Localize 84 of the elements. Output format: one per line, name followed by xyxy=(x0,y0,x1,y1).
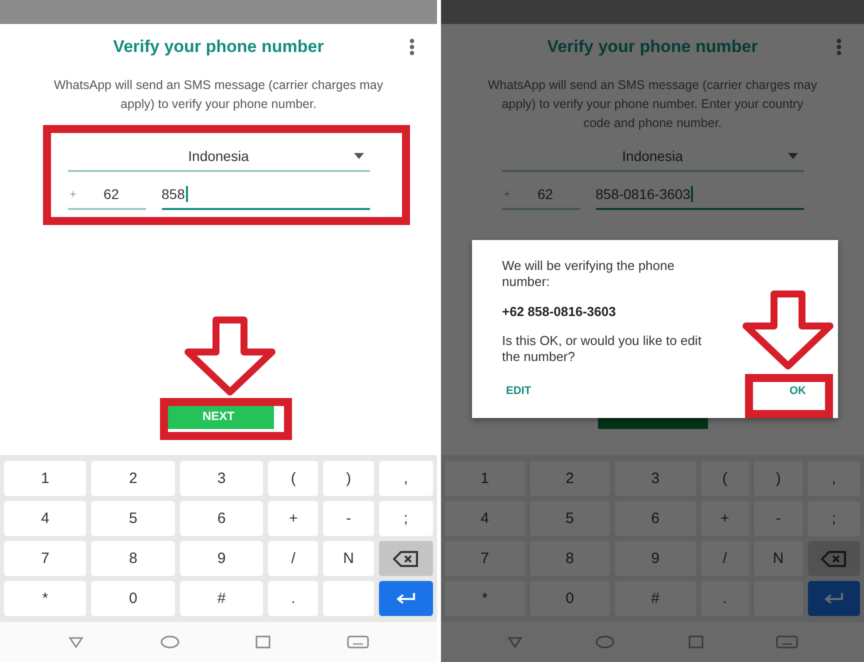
keyboard-key[interactable]: / xyxy=(700,541,750,576)
menu-icon[interactable] xyxy=(836,38,842,56)
keyboard-key[interactable]: 7 xyxy=(445,541,525,576)
country-code: 62 xyxy=(104,186,120,202)
enter-icon[interactable] xyxy=(394,592,417,606)
backspace-icon[interactable] xyxy=(392,550,419,566)
keyboard-key[interactable]: 4 xyxy=(4,501,86,536)
country-code-field[interactable]: + 62 xyxy=(68,180,146,210)
keyboard-key[interactable]: 3 xyxy=(615,461,696,496)
keyboard-icon[interactable] xyxy=(776,635,798,649)
country-name: Indonesia xyxy=(188,148,249,164)
keyboard-key[interactable]: 9 xyxy=(180,541,264,576)
recents-icon[interactable] xyxy=(688,635,704,649)
keyboard-key[interactable]: + xyxy=(268,501,318,536)
keyboard-key[interactable]: , xyxy=(808,461,860,496)
keyboard-key[interactable]: / xyxy=(268,541,318,576)
screen-title: Verify your phone number xyxy=(547,37,758,57)
recents-icon[interactable] xyxy=(255,635,272,649)
description-text: WhatsApp will send an SMS message (carrier charges may apply) to verify your phone number. xyxy=(54,77,384,113)
keyboard-key[interactable]: ; xyxy=(808,501,860,536)
plus-sign: + xyxy=(70,187,78,201)
keyboard-key[interactable]: 0 xyxy=(91,581,175,616)
enter-key[interactable] xyxy=(808,581,860,616)
keyboard-key[interactable]: 5 xyxy=(530,501,610,536)
keyboard-key[interactable]: ) xyxy=(754,461,803,496)
keyboard-key[interactable]: , xyxy=(378,461,433,496)
phone-number: 858-0816-3603 xyxy=(596,186,690,202)
keyboard-key[interactable]: N xyxy=(323,541,374,576)
description-text: WhatsApp will send an SMS message (carrier charges may apply) to verify your phone number. Enter your country code and phone number. xyxy=(488,77,818,132)
keyboard-key[interactable]: 0 xyxy=(530,581,610,616)
keyboard-key[interactable]: . xyxy=(268,581,318,616)
keyboard-key[interactable]: 6 xyxy=(615,501,696,536)
plus-sign: + xyxy=(504,187,512,201)
keyboard-key[interactable]: - xyxy=(323,501,374,536)
keyboard-key[interactable]: 1 xyxy=(4,461,86,496)
home-icon[interactable] xyxy=(595,635,616,649)
keyboard-key[interactable]: - xyxy=(754,501,803,536)
dialog-question: Is this OK, or would you like to edit the number? xyxy=(502,333,702,365)
keyboard-key[interactable]: 6 xyxy=(180,501,264,536)
keyboard-key[interactable]: # xyxy=(180,581,264,616)
country-dropdown[interactable]: Indonesia xyxy=(502,142,804,172)
keyboard-key[interactable]: 7 xyxy=(4,541,86,576)
keyboard-key[interactable]: 8 xyxy=(91,541,175,576)
text-cursor xyxy=(186,186,188,202)
phone-number-field[interactable]: 858-0816-3603 xyxy=(596,180,804,210)
keyboard-key[interactable]: * xyxy=(445,581,525,616)
enter-key[interactable] xyxy=(378,581,433,616)
country-name: Indonesia xyxy=(622,148,683,164)
dialog-phone-number: +62 858-0816-3603 xyxy=(502,304,617,319)
dropdown-caret-icon[interactable] xyxy=(788,153,798,159)
text-cursor xyxy=(691,186,694,202)
keyboard-key[interactable]: ( xyxy=(700,461,750,496)
keyboard-key[interactable]: 8 xyxy=(530,541,610,576)
dialog-message: We will be verifying the phone number: xyxy=(502,258,676,290)
backspace-key[interactable] xyxy=(378,541,433,576)
phone-number-field[interactable]: 858 xyxy=(162,180,370,210)
keyboard-key[interactable]: ) xyxy=(323,461,374,496)
home-icon[interactable] xyxy=(160,635,180,649)
menu-icon[interactable] xyxy=(409,38,415,56)
keyboard-key[interactable]: 5 xyxy=(91,501,175,536)
keyboard-key[interactable]: # xyxy=(615,581,696,616)
back-icon[interactable] xyxy=(68,636,84,648)
keyboard-key[interactable]: ; xyxy=(378,501,433,536)
keyboard-key[interactable]: + xyxy=(700,501,750,536)
keyboard-key[interactable]: 4 xyxy=(445,501,525,536)
keyboard-key[interactable]: 3 xyxy=(180,461,264,496)
enter-icon[interactable] xyxy=(822,592,845,606)
keyboard-key[interactable]: N xyxy=(754,541,803,576)
keyboard-key[interactable]: * xyxy=(4,581,86,616)
keyboard-key[interactable]: 1 xyxy=(445,461,525,496)
keyboard-key[interactable]: 2 xyxy=(91,461,175,496)
country-code: 62 xyxy=(538,186,554,202)
dropdown-caret-icon[interactable] xyxy=(354,153,364,159)
country-dropdown[interactable]: Indonesia xyxy=(68,142,370,172)
screen-title: Verify your phone number xyxy=(113,37,324,57)
country-code-field[interactable]: + 62 xyxy=(502,180,580,210)
edit-button[interactable]: EDIT xyxy=(502,379,536,403)
keyboard-key[interactable]: ( xyxy=(268,461,318,496)
keyboard-key[interactable]: 9 xyxy=(615,541,696,576)
keyboard-key[interactable]: . xyxy=(700,581,750,616)
keyboard-icon[interactable] xyxy=(347,635,370,649)
phone-number: 858 xyxy=(162,186,185,202)
keyboard-key[interactable]: 2 xyxy=(530,461,610,496)
back-icon[interactable] xyxy=(507,636,524,648)
